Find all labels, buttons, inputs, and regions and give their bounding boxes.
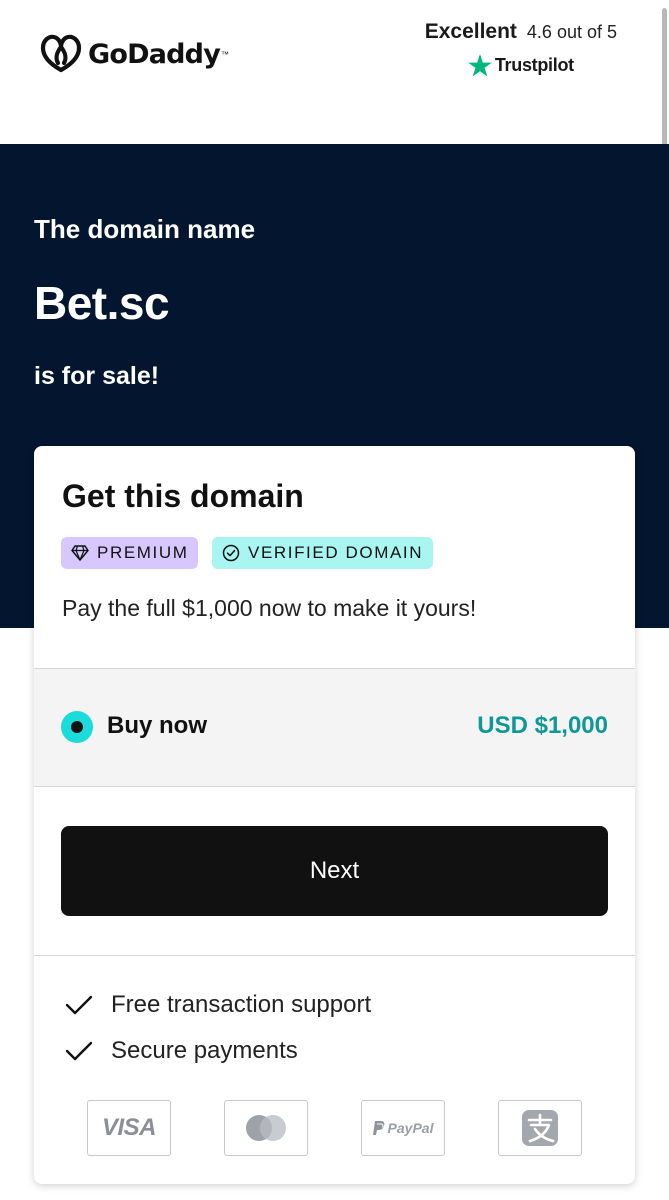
hero-pre-text: The domain name [34,214,256,244]
paypal-icon [372,1121,384,1135]
card-title: Get this domain [62,478,304,514]
feature-item: Free transaction support [64,991,371,1019]
check-icon [65,1041,93,1061]
hero-post-text: is for sale! [34,362,160,390]
paypal-logo: PayPal [361,1100,445,1156]
godaddy-heart-icon [40,34,82,73]
buy-now-radio[interactable] [61,711,93,743]
verified-badge-label: VERIFIED DOMAIN [248,543,424,562]
buy-now-label: Buy now [107,712,207,739]
diamond-icon [71,545,89,561]
brand-name: GoDaddy [88,38,221,70]
check-icon [65,995,93,1015]
trustpilot-rating[interactable]: Excellent 4.6 out of 5 Trustpilot [425,20,617,77]
radio-selected-dot [71,721,83,733]
paypal-text: PayPal [387,1120,434,1136]
alipay-icon [522,1110,558,1146]
check-circle-icon [222,544,240,562]
next-button[interactable]: Next [61,826,608,916]
domain-name: Bet.sc [34,277,170,329]
buy-now-price: USD $1,000 [477,712,608,739]
feature-item: Secure payments [64,1037,298,1065]
brand-trademark: ™ [221,49,229,59]
premium-badge: PREMIUM [61,537,199,569]
rating-word: Excellent [424,20,517,43]
trustpilot-label: Trustpilot [494,55,574,75]
trustpilot-star-icon [468,54,492,77]
godaddy-logo[interactable]: GoDaddy ™ [40,34,229,74]
payment-description: Pay the full $1,000 now to make it yours… [62,595,477,621]
feature-label: Secure payments [111,1037,298,1064]
premium-badge-label: PREMIUM [97,543,189,562]
mastercard-logo [224,1100,308,1156]
scrollbar[interactable] [662,8,667,146]
verified-domain-badge: VERIFIED DOMAIN [212,537,434,569]
rating-score: 4.6 out of 5 [526,22,617,42]
section-divider [34,955,635,956]
visa-logo: VISA [87,1100,171,1156]
visa-text: VISA [101,1114,157,1141]
alipay-logo [498,1100,582,1156]
feature-label: Free transaction support [111,991,372,1018]
site-header: GoDaddy ™ Excellent 4.6 out of 5 Trustpil… [0,0,669,144]
buy-now-option[interactable]: Buy now USD $1,000 [34,668,635,787]
payment-methods: VISA PayPal [87,1100,582,1156]
purchase-card: Get this domain PREMIUM VERIFIED DOMAIN … [34,446,635,1184]
mastercard-icon [246,1115,286,1141]
